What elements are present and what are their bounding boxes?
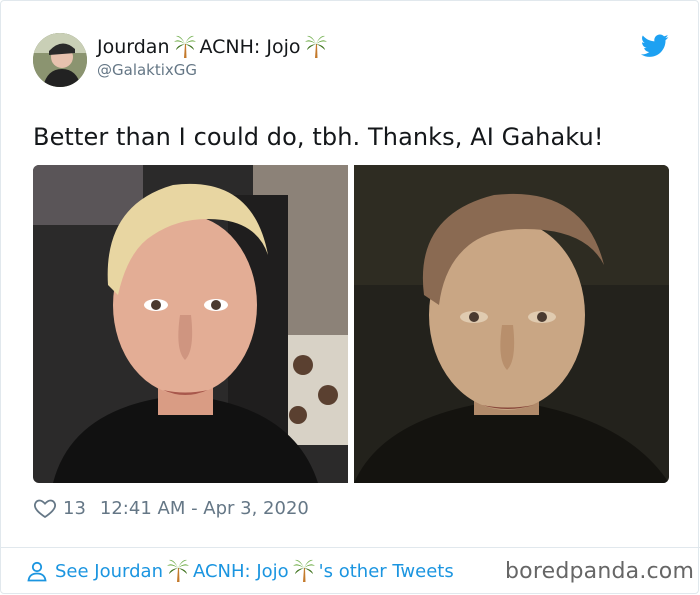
- author-handle[interactable]: @GalaktixGG: [97, 61, 197, 79]
- heart-icon[interactable]: [33, 496, 57, 520]
- author-name-row[interactable]: Jourdan ACNH: Jojo: [97, 34, 327, 60]
- palm-tree-icon: [166, 559, 189, 583]
- ai-portrait-photo[interactable]: [354, 165, 669, 483]
- tweet-card: Jourdan ACNH: Jojo @GalaktixGG Better th…: [0, 0, 700, 594]
- palm-tree-icon: [173, 35, 196, 59]
- palm-tree-icon: [304, 35, 327, 59]
- site-watermark: boredpanda.com: [505, 559, 695, 584]
- selfie-photo[interactable]: [33, 165, 348, 483]
- author-name[interactable]: Jourdan: [97, 36, 170, 58]
- tweet-timestamp[interactable]: 12:41 AM - Apr 3, 2020: [100, 498, 309, 519]
- person-icon: [25, 559, 49, 583]
- divider: [1, 547, 700, 548]
- see-other-name[interactable]: ACNH: Jojo: [193, 561, 289, 582]
- like-count[interactable]: 13: [63, 498, 86, 519]
- see-other-tweets-link[interactable]: See Jourdan ACNH: Jojo 's other Tweets: [25, 556, 454, 586]
- see-other-suffix[interactable]: 's other Tweets: [319, 561, 454, 582]
- tweet-media[interactable]: [33, 165, 669, 483]
- avatar[interactable]: [33, 33, 87, 87]
- tweet-text: Better than I could do, tbh. Thanks, AI …: [33, 123, 604, 151]
- author-name-suffix[interactable]: ACNH: Jojo: [200, 36, 301, 58]
- tweet-meta: 13 12:41 AM - Apr 3, 2020: [33, 495, 309, 521]
- see-other-prefix[interactable]: See Jourdan: [55, 561, 163, 582]
- palm-tree-icon: [292, 559, 315, 583]
- twitter-bird-icon[interactable]: [640, 34, 669, 58]
